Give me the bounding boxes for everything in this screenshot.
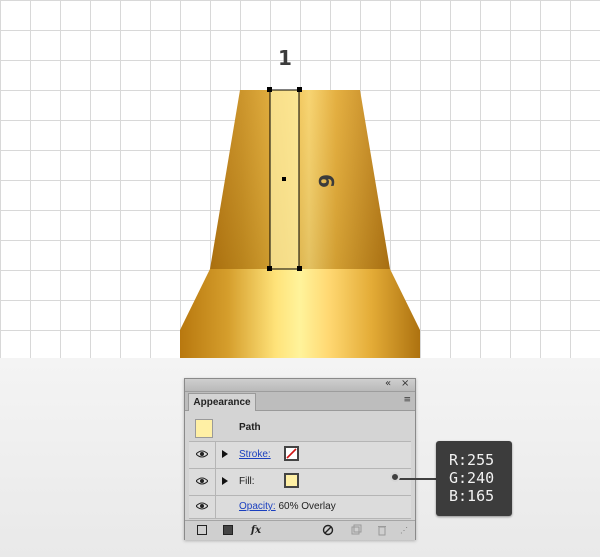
callout-connector [398, 478, 436, 480]
stroke-none-swatch[interactable] [284, 446, 299, 461]
collapse-icon[interactable]: « [385, 378, 391, 390]
clear-appearance-icon[interactable] [321, 524, 335, 537]
artboard-canvas[interactable]: 1 6 [0, 0, 600, 358]
add-new-stroke-icon[interactable] [195, 524, 209, 537]
expand-triangle-icon[interactable] [222, 450, 228, 458]
column-divider [215, 469, 216, 495]
panel-tab-row: Appearance ≡ [185, 392, 415, 411]
eye-icon[interactable] [196, 502, 208, 510]
path-thumbnail [195, 419, 213, 438]
add-effect-icon[interactable]: fx [247, 524, 265, 537]
path-label: Path [239, 422, 261, 433]
column-divider [215, 442, 216, 468]
opacity-link[interactable]: Opacity: [239, 501, 276, 512]
path-row[interactable]: Path [189, 415, 411, 442]
opacity-value: 60% Overlay [278, 501, 336, 512]
appearance-panel: « × Appearance ≡ Path Stroke: Fill: Opac… [184, 378, 416, 540]
rotated-dimension-label: 6 [313, 174, 338, 188]
add-new-fill-icon[interactable] [221, 524, 235, 537]
fill-label: Fill: [239, 476, 255, 487]
panel-titlebar[interactable]: « × [185, 378, 415, 392]
selection-handle [297, 87, 302, 92]
rgb-green-value: G:240 [449, 469, 495, 487]
eye-icon[interactable] [196, 450, 208, 458]
close-icon[interactable]: × [401, 378, 409, 390]
cone-lower [180, 269, 420, 358]
panel-footer: fx ⋰ [185, 520, 415, 540]
fill-row[interactable]: Fill: [189, 469, 411, 496]
selection-handle [297, 266, 302, 271]
delete-item-icon[interactable] [375, 524, 389, 537]
fill-color-swatch[interactable] [284, 473, 299, 488]
panel-menu-icon[interactable]: ≡ [403, 395, 411, 405]
gold-shape[interactable] [0, 0, 600, 358]
selection-handle [267, 266, 272, 271]
opacity-text: Opacity: 60% Overlay [239, 501, 336, 512]
tab-appearance[interactable]: Appearance [188, 393, 256, 411]
duplicate-item-icon[interactable] [349, 524, 363, 537]
rgb-color-callout: R:255 G:240 B:165 [436, 441, 512, 516]
opacity-row[interactable]: Opacity: 60% Overlay [189, 496, 411, 519]
eye-icon[interactable] [196, 477, 208, 485]
callout-dot [390, 472, 400, 482]
resize-grip-icon[interactable]: ⋰ [399, 524, 409, 537]
column-divider [215, 496, 216, 518]
stroke-link[interactable]: Stroke: [239, 449, 271, 460]
selection-handle [267, 87, 272, 92]
step-number-label: 1 [278, 46, 292, 70]
cone-upper-shade [210, 90, 390, 269]
rgb-blue-value: B:165 [449, 487, 495, 505]
rgb-red-value: R:255 [449, 451, 495, 469]
center-point [282, 177, 286, 181]
stroke-row[interactable]: Stroke: [189, 442, 411, 469]
expand-triangle-icon[interactable] [222, 477, 228, 485]
